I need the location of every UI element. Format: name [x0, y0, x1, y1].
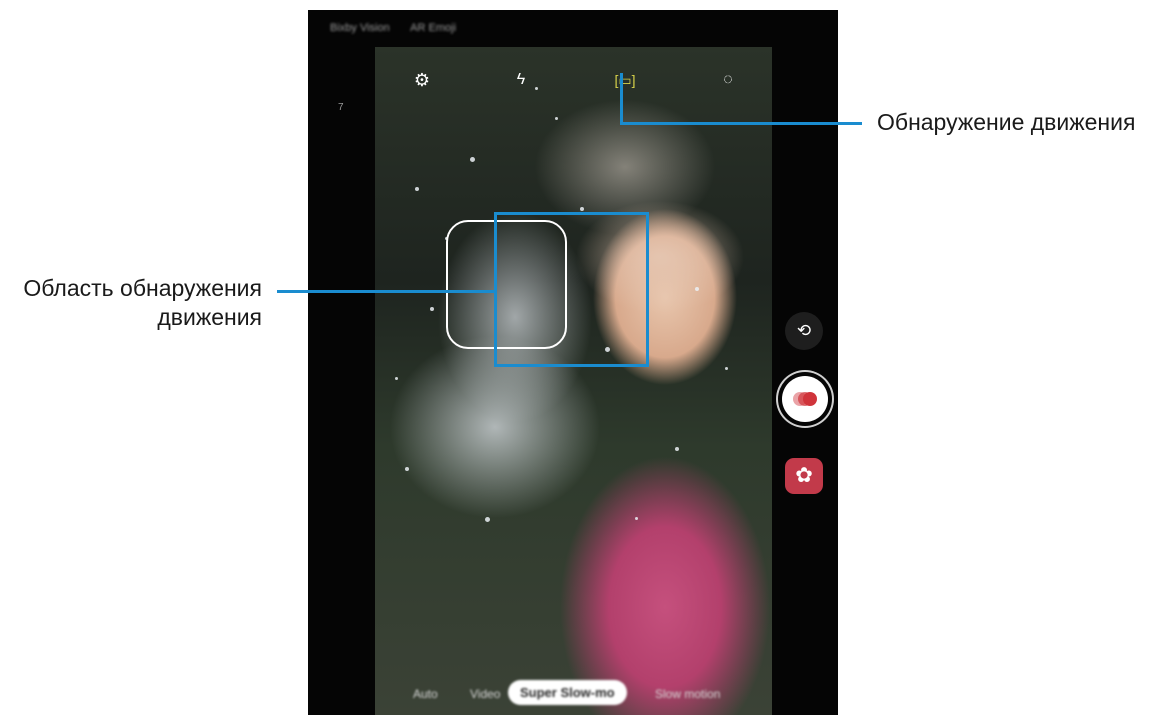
- callout-line-motion-vertical: [620, 73, 623, 125]
- side-indicator: 7: [338, 102, 344, 113]
- bixby-vision-tab[interactable]: Bixby Vision: [330, 22, 390, 34]
- callout-line-motion-horizontal: [620, 122, 862, 125]
- camera-mode-bar: Auto Video Super Slow-mo Slow motion: [375, 675, 772, 715]
- effects-button[interactable]: ✿: [785, 458, 823, 494]
- switch-camera-icon: ⟲: [796, 321, 812, 340]
- callout-motion-detection-area: Область обнаружения движения: [0, 274, 262, 332]
- mode-slow-motion[interactable]: Slow motion: [655, 687, 720, 701]
- super-slow-record-icon: [793, 392, 817, 406]
- callout-motion-detection: Обнаружение движения: [877, 109, 1136, 135]
- mode-super-slow-mo[interactable]: Super Slow-mo: [508, 680, 627, 705]
- switch-camera-button[interactable]: ⟲: [785, 312, 823, 350]
- gear-icon[interactable]: ⚙: [409, 67, 435, 93]
- callout-area-line-2: движения: [157, 304, 262, 330]
- callout-line-area: [277, 290, 494, 293]
- mode-video[interactable]: Video: [470, 687, 500, 701]
- timer-icon[interactable]: ◌: [715, 67, 741, 93]
- motion-detect-icon[interactable]: [▭]: [612, 67, 638, 93]
- ar-emoji-tab[interactable]: AR Emoji: [410, 22, 456, 34]
- camera-viewfinder[interactable]: ⚙ ϟ [▭] ◌: [375, 47, 772, 715]
- super-slow-record-button[interactable]: [782, 376, 828, 422]
- effects-icon: ✿: [795, 464, 813, 487]
- top-mode-strip: Bixby Vision AR Emoji: [330, 22, 474, 34]
- detection-area-highlight: [494, 212, 649, 367]
- mode-auto[interactable]: Auto: [413, 687, 438, 701]
- callout-area-line-1: Область обнаружения: [23, 275, 262, 301]
- flash-off-icon[interactable]: ϟ: [508, 67, 534, 93]
